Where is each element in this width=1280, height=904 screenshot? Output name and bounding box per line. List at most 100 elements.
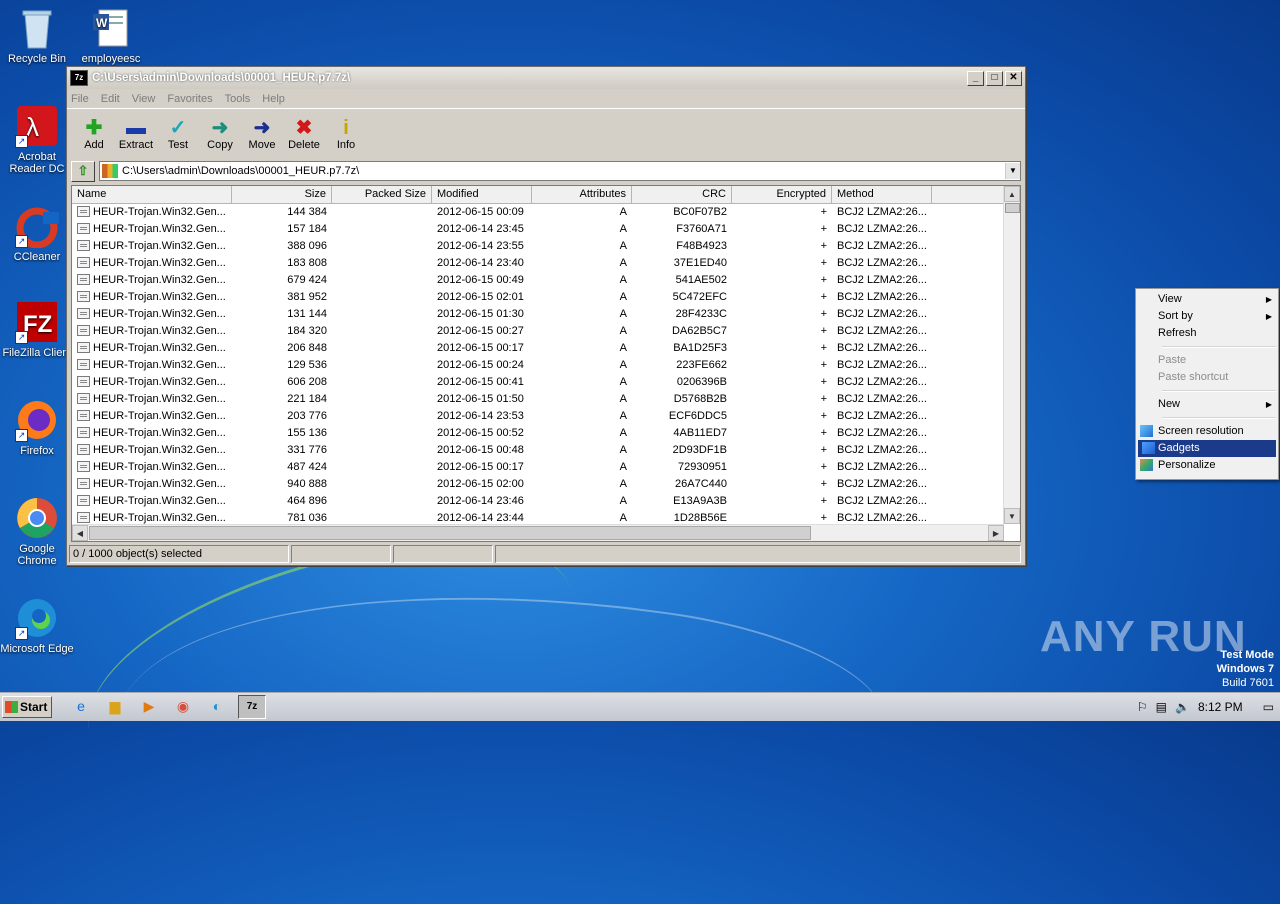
minimize-button[interactable]: _ — [967, 70, 984, 86]
scroll-down-icon[interactable]: ▼ — [1004, 508, 1020, 524]
column-header[interactable]: Method — [832, 186, 932, 203]
info-button[interactable]: i Info — [325, 117, 367, 155]
table-row[interactable]: HEUR-Trojan.Win32.Gen... 184 320 2012-06-1… — [72, 323, 1020, 340]
delete-button[interactable]: ✖ Delete — [283, 117, 325, 155]
cell-method: BCJ2 LZMA2:26... — [837, 495, 927, 507]
address-combobox[interactable]: C:\Users\admin\Downloads\00001_HEUR.p7.7… — [99, 161, 1021, 181]
cell-crc: F3760A71 — [676, 223, 727, 235]
show-desktop-icon[interactable]: ▭ — [1263, 700, 1274, 714]
7zip-icon[interactable]: 7z — [238, 695, 266, 719]
scroll-up-icon[interactable]: ▲ — [1004, 186, 1020, 202]
menu-edit[interactable]: Edit — [101, 93, 120, 105]
context-menu-item-paste[interactable]: Paste — [1136, 352, 1278, 369]
window-titlebar[interactable]: 7z C:\Users\admin\Downloads\00001_HEUR.p… — [67, 67, 1025, 89]
cell-crc: 26A7C440 — [675, 478, 727, 490]
table-row[interactable]: HEUR-Trojan.Win32.Gen... 131 144 2012-06-1… — [72, 306, 1020, 323]
cell-attr: A — [619, 257, 627, 269]
menu-file[interactable]: File — [71, 93, 89, 105]
table-row[interactable]: HEUR-Trojan.Win32.Gen... 606 208 2012-06-1… — [72, 374, 1020, 391]
table-row[interactable]: HEUR-Trojan.Win32.Gen... 183 808 2012-06-1… — [72, 255, 1020, 272]
vertical-scrollbar[interactable]: ▲ ▼ — [1003, 186, 1020, 524]
dropdown-arrow-icon[interactable]: ▼ — [1005, 163, 1020, 179]
context-menu-item-gadgets[interactable]: Gadgets — [1138, 440, 1276, 457]
menu-tools[interactable]: Tools — [225, 93, 251, 105]
copy-button[interactable]: ➜ Copy — [199, 117, 241, 155]
desktop-icon-acrobat[interactable]: λ ↗ Acrobat Reader DC — [0, 104, 74, 175]
context-menu-item-view[interactable]: View ▶ — [1136, 291, 1278, 308]
cell-packed — [332, 306, 432, 323]
table-row[interactable]: HEUR-Trojan.Win32.Gen... 221 184 2012-06-1… — [72, 391, 1020, 408]
file-list[interactable]: Name Size Packed Size Modified Attributes CRC… — [71, 185, 1021, 542]
table-row[interactable]: HEUR-Trojan.Win32.Gen... 203 776 2012-06-1… — [72, 408, 1020, 425]
desktop-icon-edge[interactable]: ↗ Microsoft Edge — [0, 596, 74, 655]
desktop-icon-filezilla[interactable]: FZ ↗ FileZilla Client — [0, 300, 74, 359]
start-button[interactable]: Start — [2, 696, 52, 718]
add-button[interactable]: ✚ Add — [73, 117, 115, 155]
desktop-icon-ccleaner[interactable]: ↗ CCleaner — [0, 204, 74, 263]
column-header[interactable]: Attributes — [532, 186, 632, 203]
column-header[interactable]: Packed Size — [332, 186, 432, 203]
media-player-icon[interactable]: ▶ — [136, 695, 162, 717]
table-row[interactable]: HEUR-Trojan.Win32.Gen... 388 096 2012-06-1… — [72, 238, 1020, 255]
context-menu-item-screen-resolution[interactable]: Screen resolution — [1136, 423, 1278, 440]
extract-button[interactable]: ▬ Extract — [115, 117, 157, 155]
table-row[interactable]: HEUR-Trojan.Win32.Gen... 487 424 2012-06-1… — [72, 459, 1020, 476]
cell-method: BCJ2 LZMA2:26... — [837, 274, 927, 286]
table-row[interactable]: HEUR-Trojan.Win32.Gen... 155 136 2012-06-1… — [72, 425, 1020, 442]
cell-size: 157 184 — [287, 223, 327, 235]
clock[interactable]: 8:12 PM — [1198, 700, 1243, 714]
network-icon[interactable]: ▤ — [1156, 700, 1167, 714]
up-folder-button[interactable]: ⇧ — [71, 160, 95, 182]
desktop-icon-chrome[interactable]: Google Chrome — [0, 496, 74, 567]
table-row[interactable]: HEUR-Trojan.Win32.Gen... 331 776 2012-06-1… — [72, 442, 1020, 459]
list-header: Name Size Packed Size Modified Attributes CRC… — [72, 186, 1020, 204]
explorer-icon[interactable]: ▆ — [102, 695, 128, 717]
context-menu-item-sort-by[interactable]: Sort by ▶ — [1136, 308, 1278, 325]
chrome-icon[interactable]: ◉ — [170, 695, 196, 717]
scroll-right-icon[interactable]: ▶ — [988, 525, 1004, 541]
context-menu-item-refresh[interactable]: Refresh — [1136, 325, 1278, 342]
menu-help[interactable]: Help — [262, 93, 285, 105]
table-row[interactable]: HEUR-Trojan.Win32.Gen... 940 888 2012-06-1… — [72, 476, 1020, 493]
context-menu-item-new[interactable]: New ▶ — [1136, 396, 1278, 413]
context-menu-item-personalize[interactable]: Personalize — [1136, 457, 1278, 474]
table-row[interactable]: HEUR-Trojan.Win32.Gen... 464 896 2012-06-1… — [72, 493, 1020, 510]
cell-crc: F48B4923 — [676, 240, 727, 252]
cell-modified: 2012-06-15 01:50 — [437, 393, 524, 405]
cell-name: HEUR-Trojan.Win32.Gen... — [72, 374, 232, 391]
context-menu-item-paste-shortcut[interactable]: Paste shortcut — [1136, 369, 1278, 386]
desktop-icon-firefox[interactable]: ↗ Firefox — [0, 398, 74, 457]
menu-view[interactable]: View — [132, 93, 156, 105]
table-row[interactable]: HEUR-Trojan.Win32.Gen... 144 384 2012-06-1… — [72, 204, 1020, 221]
file-name: HEUR-Trojan.Win32.Gen... — [93, 308, 226, 320]
cell-enc: + — [820, 206, 827, 218]
column-header[interactable]: Encrypted — [732, 186, 832, 203]
cell-size: 183 808 — [287, 257, 327, 269]
edge-icon[interactable]: ◐ — [204, 695, 230, 717]
add-icon: ✚ — [85, 117, 103, 139]
scroll-left-icon[interactable]: ◀ — [72, 525, 88, 541]
column-header[interactable]: Modified — [432, 186, 532, 203]
column-header[interactable]: Name — [72, 186, 232, 203]
flag-icon[interactable]: ⚐ — [1137, 700, 1148, 714]
ie-icon[interactable]: e — [68, 695, 94, 717]
table-row[interactable]: HEUR-Trojan.Win32.Gen... 381 952 2012-06-1… — [72, 289, 1020, 306]
file-icon — [77, 427, 90, 438]
table-row[interactable]: HEUR-Trojan.Win32.Gen... 206 848 2012-06-1… — [72, 340, 1020, 357]
close-button[interactable]: ✕ — [1005, 70, 1022, 86]
scroll-thumb[interactable] — [1005, 203, 1020, 213]
volume-icon[interactable]: 🔈 — [1175, 700, 1190, 714]
menu-favorites[interactable]: Favorites — [167, 93, 212, 105]
desktop-icon-recycle-bin[interactable]: Recycle Bin — [0, 6, 74, 65]
column-header[interactable]: CRC — [632, 186, 732, 203]
table-row[interactable]: HEUR-Trojan.Win32.Gen... 679 424 2012-06-1… — [72, 272, 1020, 289]
test-button[interactable]: ✓ Test — [157, 117, 199, 155]
move-button[interactable]: ➜ Move — [241, 117, 283, 155]
horizontal-scrollbar[interactable]: ◀ ▶ — [72, 524, 1004, 541]
column-header[interactable]: Size — [232, 186, 332, 203]
table-row[interactable]: HEUR-Trojan.Win32.Gen... 129 536 2012-06-1… — [72, 357, 1020, 374]
table-row[interactable]: HEUR-Trojan.Win32.Gen... 157 184 2012-06-1… — [72, 221, 1020, 238]
maximize-button[interactable]: □ — [986, 70, 1003, 86]
scroll-thumb[interactable] — [89, 526, 811, 540]
desktop-icon-document[interactable]: W employeesc — [74, 6, 148, 65]
